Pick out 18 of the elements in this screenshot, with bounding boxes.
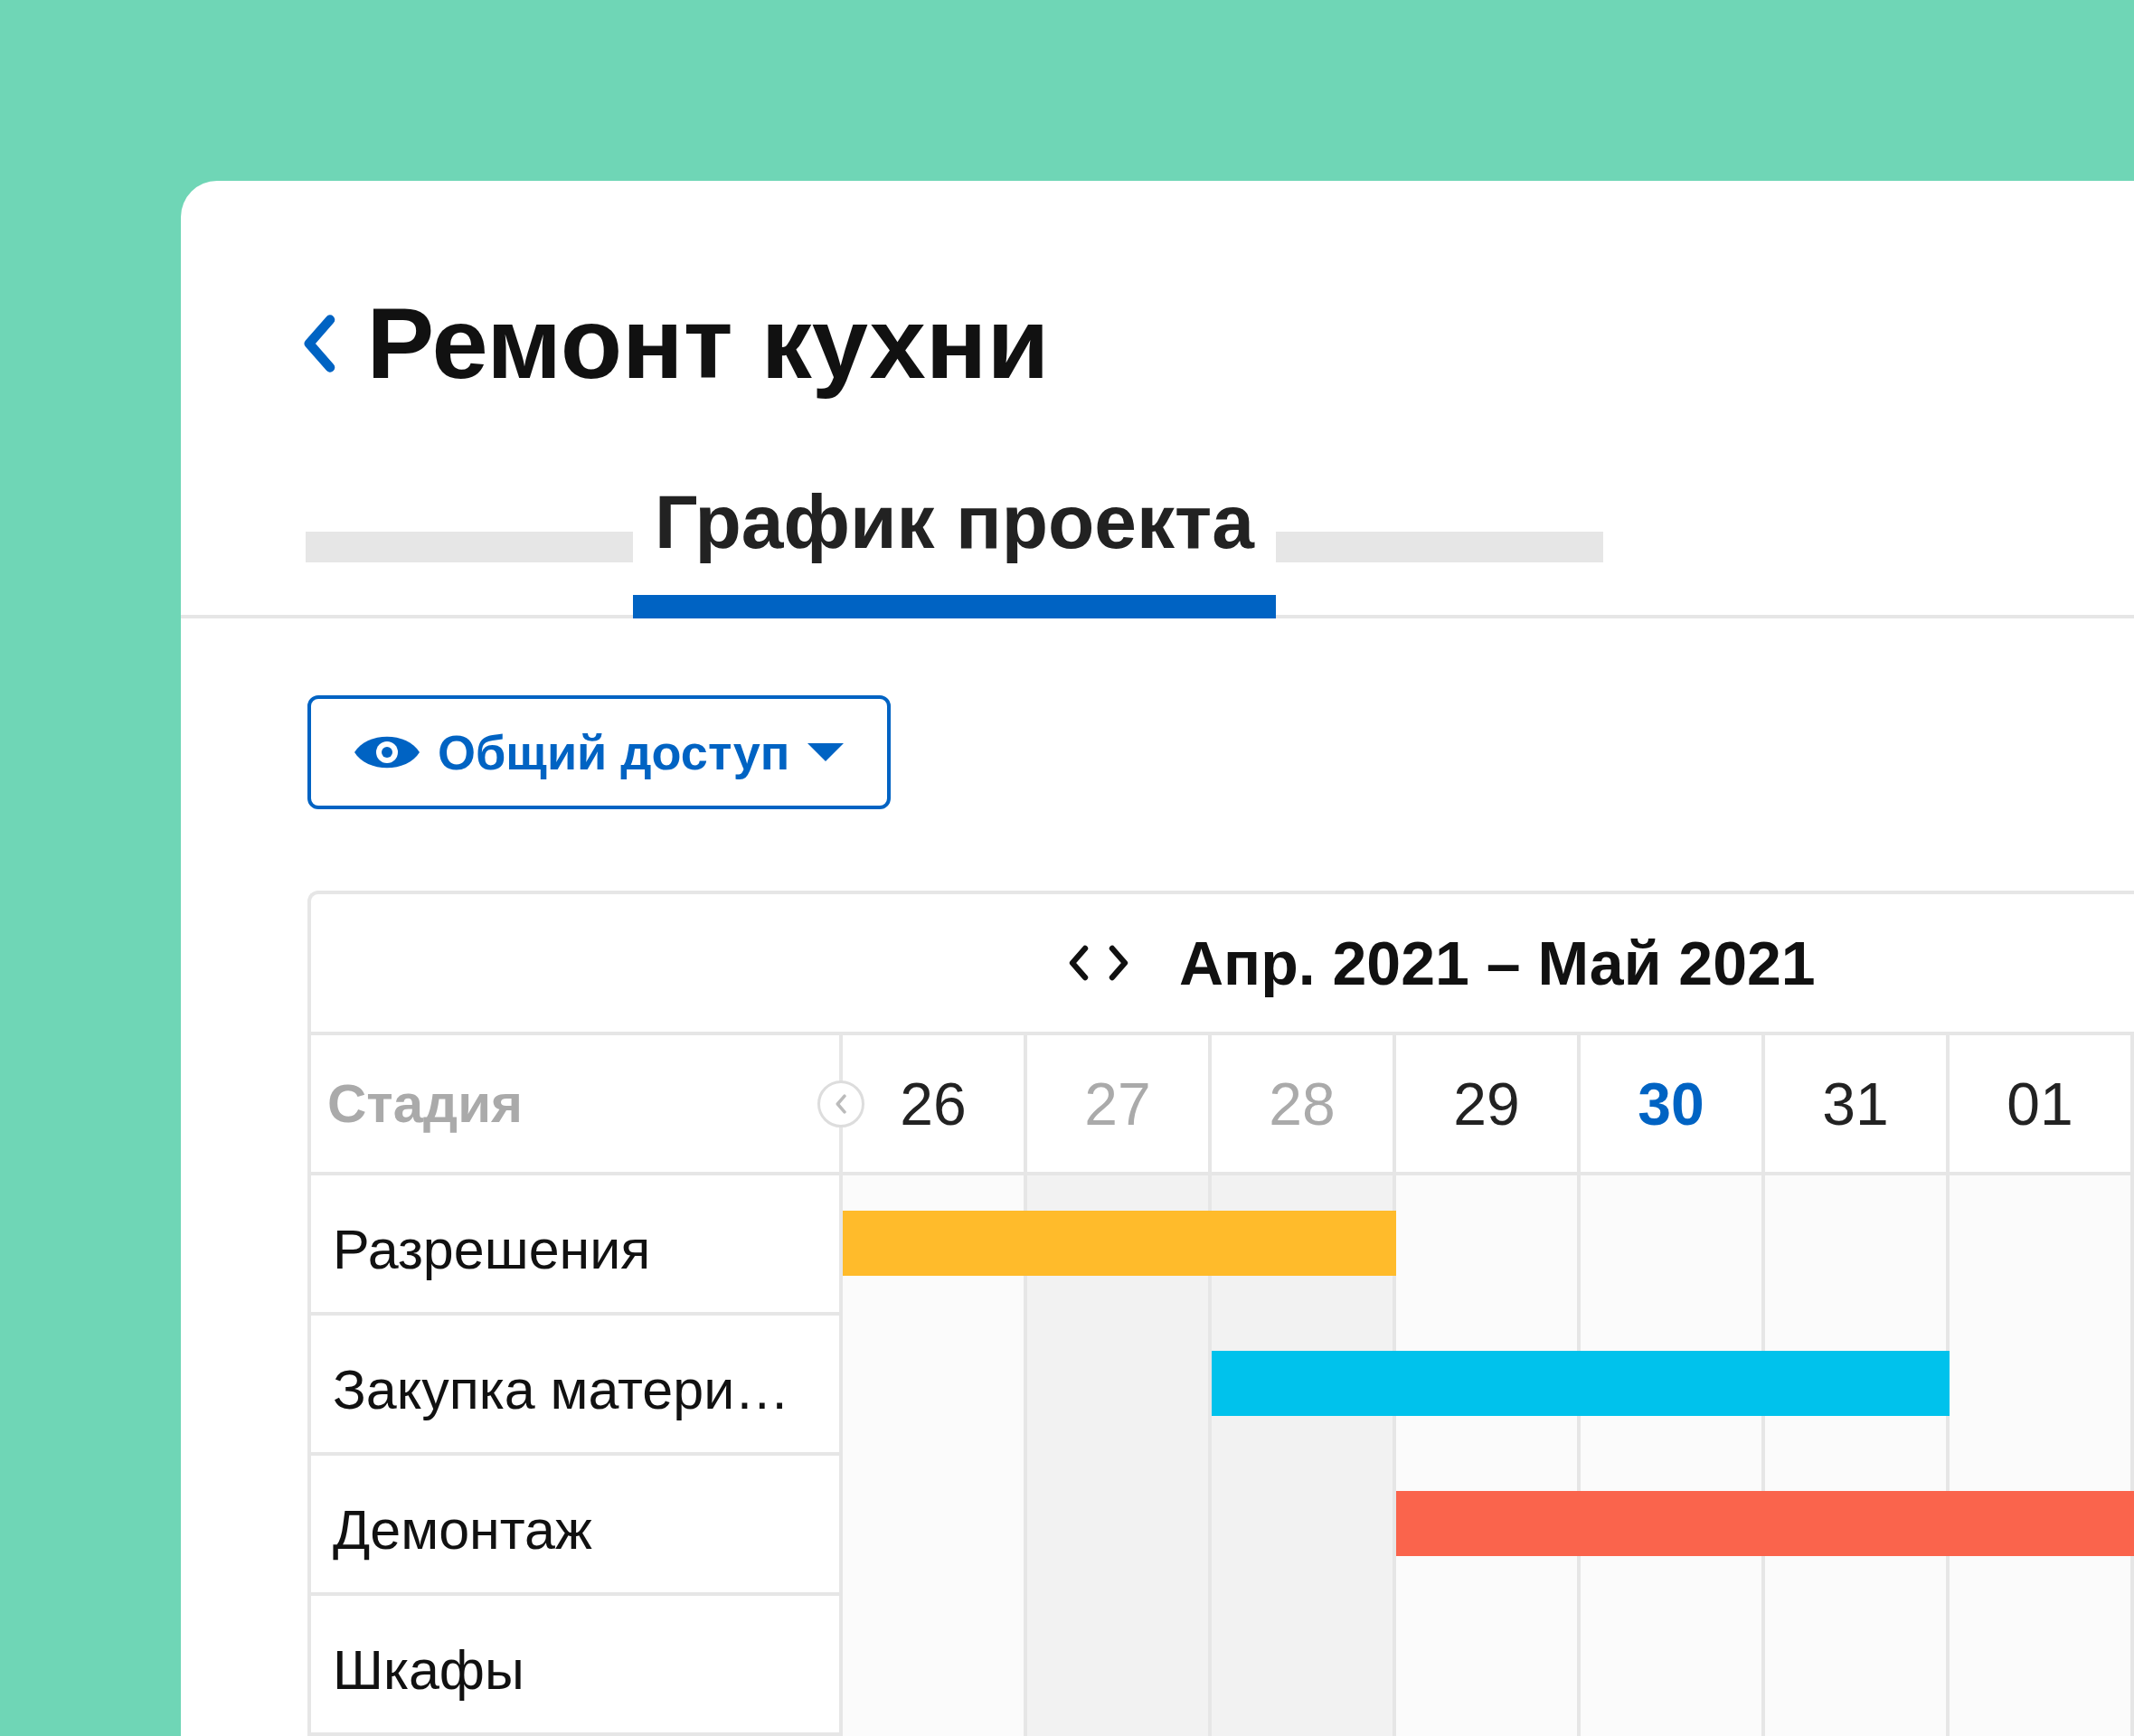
task-bar-segment[interactable]	[1212, 1350, 1396, 1416]
collapse-button[interactable]	[817, 1080, 864, 1127]
chevron-right-icon	[1109, 945, 1130, 981]
page-title: Ремонт кухни	[366, 289, 1050, 398]
task-bar-segment[interactable]	[1950, 1490, 2134, 1556]
date-range: Апр. 2021 – Май 2021	[1179, 928, 1816, 998]
stage-header-text: Стадия	[327, 1072, 524, 1135]
task-bar-segment[interactable]	[1765, 1350, 1950, 1416]
tab[interactable]: График проекта	[633, 476, 1276, 618]
task-bar-segment[interactable]	[1396, 1490, 1581, 1556]
chevron-left-icon	[1067, 945, 1089, 981]
chevron-left-icon	[835, 1093, 847, 1114]
share-dropdown[interactable]: Общий доступ	[307, 694, 892, 809]
task-bar-segment[interactable]	[1212, 1210, 1396, 1276]
previous-button[interactable]	[1067, 945, 1089, 981]
task-bar-segment[interactable]	[843, 1210, 1027, 1276]
caret-icon	[806, 741, 846, 763]
next-button[interactable]	[1109, 945, 1130, 981]
